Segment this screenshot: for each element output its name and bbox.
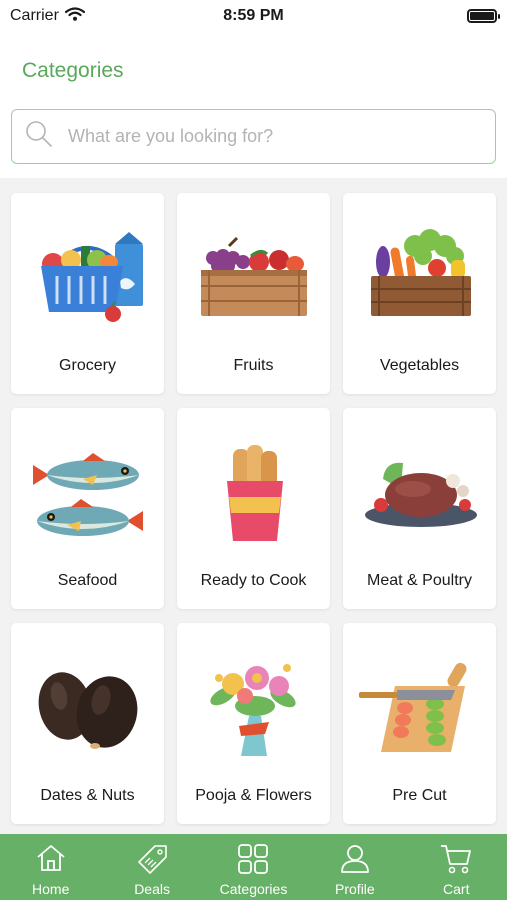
tab-home[interactable]: Home bbox=[0, 834, 101, 900]
tab-label: Cart bbox=[443, 881, 470, 897]
fruit-crate-icon bbox=[177, 211, 330, 341]
tab-label: Profile bbox=[335, 881, 375, 897]
category-label: Seafood bbox=[57, 572, 118, 589]
profile-icon bbox=[339, 842, 371, 879]
status-time: 8:59 PM bbox=[223, 7, 284, 24]
carrier-label: Carrier bbox=[10, 7, 59, 24]
category-label: Grocery bbox=[59, 357, 116, 374]
category-card-vegetables[interactable]: Vegetables bbox=[343, 193, 496, 394]
grocery-basket-icon bbox=[11, 211, 164, 341]
deals-tag-icon bbox=[135, 842, 169, 881]
home-icon bbox=[35, 842, 67, 879]
category-label: Dates & Nuts bbox=[40, 787, 135, 804]
bottom-tab-bar: Home Deals Categories Profile Cart bbox=[0, 834, 507, 900]
category-label: Meat & Poultry bbox=[367, 572, 472, 589]
tab-deals[interactable]: Deals bbox=[101, 834, 202, 900]
category-card-ready-to-cook[interactable]: Ready to Cook bbox=[177, 408, 330, 609]
category-card-meat-poultry[interactable]: Meat & Poultry bbox=[343, 408, 496, 609]
category-grid: Grocery Fruits Vegetables Seafood Ready … bbox=[11, 193, 497, 824]
category-label: Ready to Cook bbox=[200, 572, 307, 589]
battery-icon bbox=[467, 9, 500, 23]
category-label: Fruits bbox=[233, 357, 274, 374]
tab-label: Home bbox=[32, 881, 70, 897]
tab-categories[interactable]: Categories bbox=[203, 834, 304, 900]
status-left: Carrier bbox=[10, 6, 160, 26]
header: Categories bbox=[0, 32, 507, 102]
search-section bbox=[0, 102, 507, 178]
flower-bouquet-icon bbox=[177, 641, 330, 771]
cutting-board-icon bbox=[343, 641, 496, 771]
status-bar: Carrier 8:59 PM bbox=[0, 0, 507, 32]
search-input[interactable] bbox=[68, 126, 468, 147]
grid-icon bbox=[236, 842, 270, 881]
category-card-pooja-flowers[interactable]: Pooja & Flowers bbox=[177, 623, 330, 824]
category-label: Vegetables bbox=[379, 357, 460, 374]
tab-label: Deals bbox=[134, 881, 170, 897]
vegetable-crate-icon bbox=[343, 211, 496, 341]
category-card-fruits[interactable]: Fruits bbox=[177, 193, 330, 394]
search-bar[interactable] bbox=[11, 109, 496, 164]
tab-cart[interactable]: Cart bbox=[406, 834, 507, 900]
dates-icon bbox=[11, 641, 164, 771]
fries-box-icon bbox=[177, 426, 330, 556]
category-label: Pre Cut bbox=[392, 787, 447, 804]
roast-chicken-icon bbox=[343, 426, 496, 556]
page-title: Categories bbox=[22, 59, 124, 82]
category-card-seafood[interactable]: Seafood bbox=[11, 408, 164, 609]
fish-icon bbox=[11, 426, 164, 556]
category-card-grocery[interactable]: Grocery bbox=[11, 193, 164, 394]
tab-profile[interactable]: Profile bbox=[304, 834, 405, 900]
category-card-pre-cut[interactable]: Pre Cut bbox=[343, 623, 496, 824]
category-card-dates-nuts[interactable]: Dates & Nuts bbox=[11, 623, 164, 824]
category-label: Pooja & Flowers bbox=[195, 787, 312, 804]
status-right bbox=[347, 9, 500, 23]
cart-icon bbox=[439, 842, 473, 881]
tab-label: Categories bbox=[219, 881, 288, 897]
search-icon bbox=[24, 119, 54, 154]
wifi-icon bbox=[64, 6, 85, 26]
